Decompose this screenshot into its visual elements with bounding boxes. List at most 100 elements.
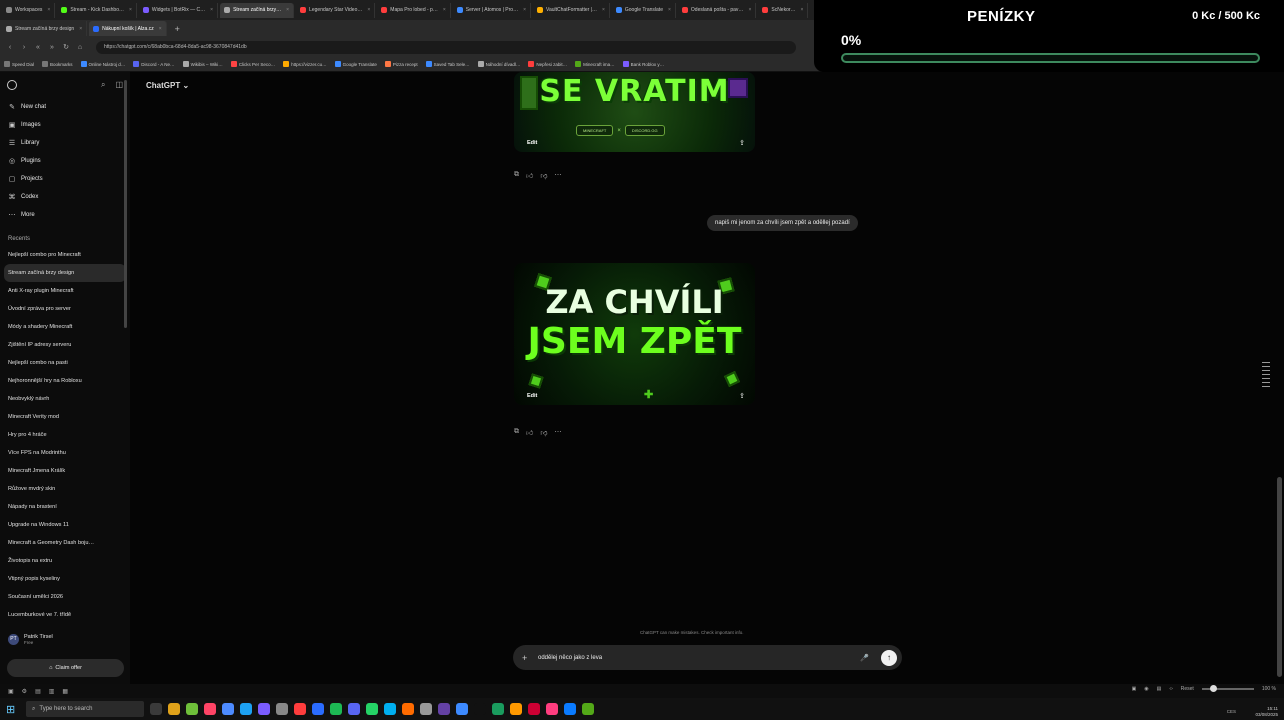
reload-icon[interactable]: ↻ xyxy=(62,43,70,51)
recent-chat-item[interactable]: Současní umělci 2026 xyxy=(0,588,130,606)
edit-image-button[interactable]: Edit xyxy=(527,140,537,146)
bookmark-item[interactable]: Bookmarks xyxy=(42,61,73,67)
taskbar-app-icon[interactable] xyxy=(564,703,576,715)
bookmark-item[interactable]: Wikibis – Wiki… xyxy=(182,61,223,67)
taskbar-app-icon[interactable] xyxy=(168,703,180,715)
browser-tab[interactable]: Stream začíná brzy… × xyxy=(220,2,295,18)
image-icon[interactable]: ▤ xyxy=(1157,686,1162,692)
model-selector[interactable]: ChatGPT ⌄ xyxy=(146,81,189,90)
system-clock[interactable]: 15:11 03/08/2025 xyxy=(1255,706,1278,718)
bookmark-item[interactable]: Online Nástroj d… xyxy=(80,61,125,67)
recent-chat-item[interactable]: Minecraft Jmena Králík xyxy=(0,462,130,480)
zoom-slider-knob[interactable] xyxy=(1209,685,1217,692)
input-language[interactable]: CES xyxy=(1227,709,1236,714)
search-icon[interactable]: ⌕ xyxy=(101,80,105,90)
browser-tab[interactable]: Legendary Star Video… × xyxy=(296,2,376,18)
taskbar-app-icon[interactable] xyxy=(258,703,270,715)
thumbs-up-icon[interactable]: 👍︎ xyxy=(526,171,533,180)
recent-chat-item[interactable]: Minecraft a Geometry Dash boju… xyxy=(0,534,130,552)
bookmark-item[interactable]: Nepřesi zabit… xyxy=(528,61,567,67)
home-icon[interactable]: ⌂ xyxy=(76,44,84,51)
fastforward-icon[interactable]: » xyxy=(48,44,56,51)
browser-tab[interactable]: Stream - Kick Dashbo… × xyxy=(57,2,137,18)
more-icon[interactable]: ⋯ xyxy=(554,428,561,437)
sidebar-item-codex[interactable]: ⌘ Codex xyxy=(0,188,130,206)
taskbar-app-icon[interactable] xyxy=(474,703,486,715)
conversation-minimap[interactable] xyxy=(1262,362,1270,387)
url-field[interactable]: https://chatgpt.com/c/68ab0bca-68d4-8da5… xyxy=(96,40,796,54)
browser-tab[interactable]: Mapa Pro lobed - p… × xyxy=(377,2,451,18)
close-tab-icon[interactable]: × xyxy=(210,7,213,13)
user-profile[interactable]: PT Patrik Tirsel Free xyxy=(0,628,130,650)
microphone-icon[interactable]: 🎤 xyxy=(860,654,869,662)
browser-tab[interactable]: Widgets | BotRix — C… × xyxy=(139,2,219,18)
recent-chat-item[interactable]: Neobvyklý návrh xyxy=(0,390,130,408)
rewind-icon[interactable]: « xyxy=(34,44,42,51)
bookmark-item[interactable]: https://vizzer.cu… xyxy=(283,61,327,67)
sidebar-item-more[interactable]: ⋯ More xyxy=(0,206,130,224)
recent-chat-item[interactable]: Módy a shadery Minecraft xyxy=(0,318,130,336)
recent-chat-item[interactable]: Anti X-ray plugin Minecraft xyxy=(0,282,130,300)
close-tab-icon[interactable]: × xyxy=(367,7,370,13)
browser-tab[interactable]: Odeslaná pošta - pav… × xyxy=(678,2,757,18)
recent-chat-item[interactable]: Nejlepší combo na pasti xyxy=(0,354,130,372)
browser-tab[interactable]: Google Translate × xyxy=(612,2,676,18)
sidebar-scrollbar[interactable] xyxy=(124,80,127,328)
more-icon[interactable]: ⋯ xyxy=(554,171,561,180)
main-scrollbar[interactable] xyxy=(1277,477,1282,677)
copy-icon[interactable]: ⧉ xyxy=(514,171,519,180)
bookmark-item[interactable]: Google Translate xyxy=(334,61,377,67)
download-icon[interactable]: ⇪ xyxy=(739,139,745,147)
taskbar-app-icon[interactable] xyxy=(366,703,378,715)
taskbar-app-icon[interactable] xyxy=(150,703,162,715)
recent-chat-item[interactable]: Úvodní zpráva pro server xyxy=(0,300,130,318)
code-icon[interactable]: ‹› xyxy=(1169,686,1172,692)
back-icon[interactable]: ‹ xyxy=(6,44,14,51)
prompt-input[interactable]: oddělej něco jako z leva xyxy=(538,655,860,661)
recent-chat-item[interactable]: Více FPS na Modrinthu xyxy=(0,444,130,462)
recent-chat-item[interactable]: Minecraft Verity mod xyxy=(0,408,130,426)
close-tab-icon[interactable]: × xyxy=(79,26,82,32)
bookmark-item[interactable]: Saved Tab Sele… xyxy=(425,61,470,67)
close-tab-icon[interactable]: × xyxy=(602,7,605,13)
close-tab-icon[interactable]: × xyxy=(286,7,289,13)
browser-tab[interactable]: Server | Atomos | Pro… × xyxy=(453,2,532,18)
recent-chat-item[interactable]: Stream začíná brzy design xyxy=(4,264,126,282)
close-tab-icon[interactable]: × xyxy=(443,7,446,13)
bottom-toolbar-icon[interactable]: ▤ xyxy=(35,688,41,695)
capture-icon[interactable]: ◉ xyxy=(1144,686,1148,692)
taskbar-app-icon[interactable] xyxy=(222,703,234,715)
edit-image-button[interactable]: Edit xyxy=(527,393,537,399)
close-tab-icon[interactable]: × xyxy=(47,7,50,13)
taskbar-app-icon[interactable] xyxy=(582,703,594,715)
bottom-toolbar-icon[interactable]: ⚙ xyxy=(22,688,27,695)
taskbar-search[interactable]: ⌕ Type here to search xyxy=(26,701,144,717)
thumbs-down-icon[interactable]: 👎︎ xyxy=(540,171,547,180)
forward-icon[interactable]: › xyxy=(20,44,28,51)
taskbar-app-icon[interactable] xyxy=(510,703,522,715)
openai-logo-icon[interactable] xyxy=(7,80,17,90)
recent-chat-item[interactable]: Zjištění IP adresy serveru xyxy=(0,336,130,354)
send-button[interactable]: ↑ xyxy=(881,649,897,666)
bookmark-item[interactable]: Speed Dial xyxy=(4,61,34,67)
bottom-toolbar-icon[interactable]: ▦ xyxy=(62,688,68,695)
thumbs-up-icon[interactable]: 👍︎ xyxy=(526,428,533,437)
taskbar-app-icon[interactable] xyxy=(348,703,360,715)
thumbs-down-icon[interactable]: 👎︎ xyxy=(540,428,547,437)
generated-image-za-chvili[interactable]: ZA CHVÍLI JSEM ZPĚT Edit ⇪ ✚ xyxy=(514,263,755,405)
sidebar-item-plugins[interactable]: ◎ Plugins xyxy=(0,152,130,170)
recent-chat-item[interactable]: Životopis na extru xyxy=(0,552,130,570)
recent-chat-item[interactable]: Nejlepší combo pro Minecraft xyxy=(0,246,130,264)
taskbar-app-icon[interactable] xyxy=(330,703,342,715)
taskbar-app-icon[interactable] xyxy=(204,703,216,715)
download-icon[interactable]: ⇪ xyxy=(739,392,745,400)
taskbar-app-icon[interactable] xyxy=(276,703,288,715)
sidebar-item-images[interactable]: ▣ Images xyxy=(0,116,130,134)
taskbar-app-icon[interactable] xyxy=(456,703,468,715)
claim-offer-button[interactable]: ⌂ Claim offer xyxy=(7,659,124,677)
generated-image-se-vratim[interactable]: SE VRATIM MINECRAFT × DISCORD.GG Edit ⇪ xyxy=(514,72,755,152)
close-tab-icon[interactable]: × xyxy=(159,26,162,32)
taskbar-app-icon[interactable] xyxy=(312,703,324,715)
bookmark-item[interactable]: Minecraft ima… xyxy=(575,61,615,67)
browser-tab[interactable]: ScNekor… × xyxy=(758,2,809,18)
